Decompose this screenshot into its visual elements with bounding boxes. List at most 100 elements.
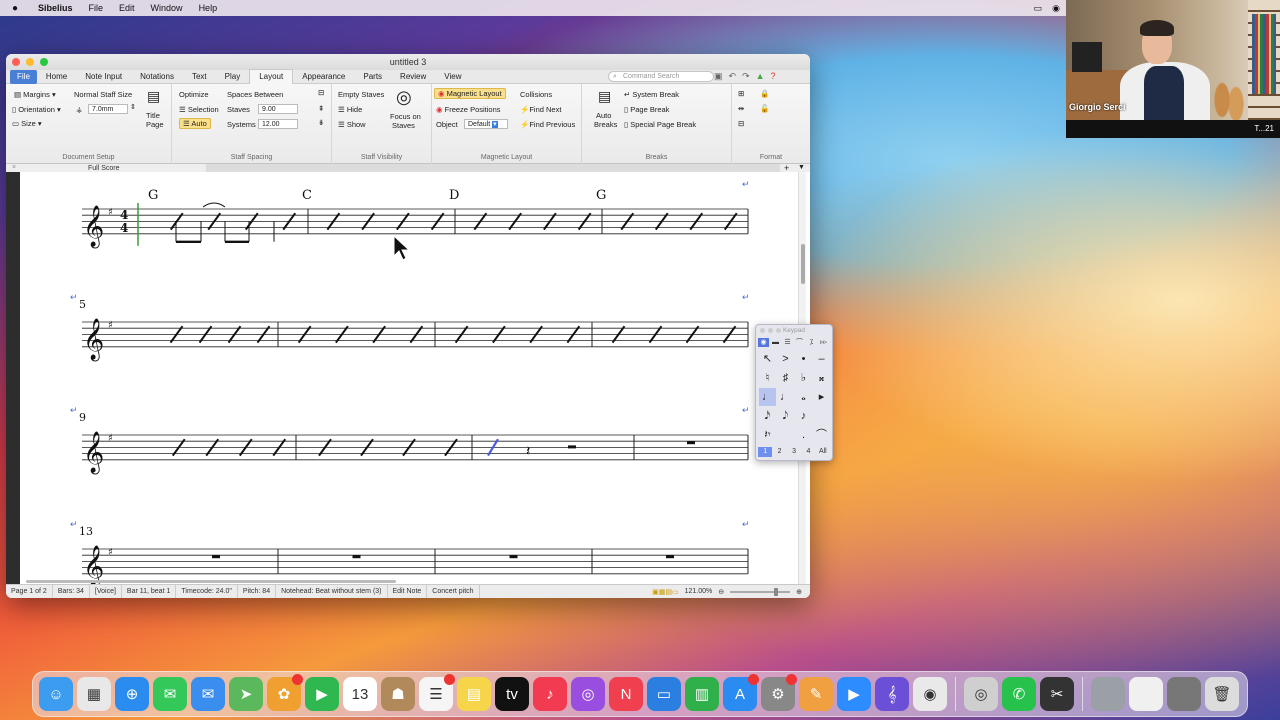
keypad-key-accent[interactable]: > (777, 350, 794, 368)
keypad-key-staccato[interactable]: • (795, 350, 812, 368)
horizontal-scroll-thumb[interactable] (26, 580, 396, 583)
dock-finalcut-icon[interactable]: ✂ (1040, 677, 1074, 711)
zoom-level[interactable]: 121.00% (685, 588, 713, 595)
systems-spacing-input[interactable]: 12.00 (258, 119, 298, 129)
title-page-icon[interactable]: ▤ (147, 88, 160, 105)
undo-icon[interactable]: ↶ (729, 71, 737, 82)
tab-menu-icon[interactable]: ▼ (798, 164, 805, 171)
zoom-in-icon[interactable]: ⊕ (796, 588, 802, 596)
keypad-title-bar[interactable]: Keypad (756, 325, 832, 336)
optimize-auto-button[interactable]: ☰ Auto (179, 118, 211, 129)
system-break-icon[interactable]: ↵ (70, 405, 78, 415)
decrease-spacing-icon[interactable]: ⇟ (318, 118, 324, 127)
title-page-label-2[interactable]: Page (146, 120, 164, 129)
lock-format-icon[interactable]: 🔒 (760, 89, 769, 98)
dock-photos-icon[interactable]: ✿ (267, 674, 303, 711)
whole-rest[interactable] (212, 555, 220, 559)
chord-symbol[interactable]: G (596, 188, 606, 203)
command-search-input[interactable]: ⌕ Command Search (608, 71, 714, 82)
bar-number[interactable]: 5 (79, 298, 86, 311)
margins-button[interactable]: ▤ Margins ▾ (14, 90, 56, 99)
staff-system[interactable]: 𝄞 ♯5↵↵ (70, 292, 750, 361)
dock-appletv-icon[interactable]: tv (495, 677, 529, 711)
view-mode-icon[interactable]: ▣▦▤▭ (652, 588, 678, 596)
time-signature-top[interactable]: 4 (120, 208, 128, 222)
keypad-key-tie[interactable]: ⌒ (813, 426, 830, 444)
full-score-tab[interactable]: Full Score (88, 165, 120, 172)
tab-play[interactable]: Play (216, 70, 250, 84)
system-break-icon[interactable]: ↵ (742, 292, 750, 302)
keypad-mode-common-notes[interactable]: ◉ (758, 338, 769, 347)
tab-layout[interactable]: Layout (249, 69, 294, 84)
dock-appstore-icon[interactable]: A (723, 674, 759, 711)
score-view[interactable]: 𝄞 ♯ 4 4 ↵ G C D G 𝄞 ♯ 5 ↵ ↵ 𝄞 ♯ 9 ↵ ↵ 𝄽 𝄞 ♯ 13 ↵ ↵ (6, 172, 810, 584)
dock-finder-icon[interactable]: ☺ (39, 677, 73, 711)
keypad-key-dot[interactable]: . (795, 426, 812, 444)
close-tab-icon[interactable]: × (12, 164, 16, 171)
keypad-key-tenuto[interactable]: – (813, 350, 830, 368)
key-signature-sharp[interactable]: ♯ (108, 320, 113, 331)
menu-file[interactable]: File (81, 3, 112, 13)
size-button[interactable]: ▭ Size ▾ (12, 119, 42, 128)
tab-note-input[interactable]: Note Input (76, 70, 131, 84)
redo-icon[interactable]: ↷ (742, 71, 750, 82)
system-break-icon[interactable]: ↵ (70, 292, 78, 302)
dock-window2-icon[interactable] (1129, 677, 1163, 711)
keypad-layout-2[interactable]: 2 (772, 447, 786, 457)
dock-notes-icon[interactable]: ▤ (457, 677, 491, 711)
vertical-scroll-thumb[interactable] (801, 244, 805, 284)
whole-rest[interactable] (509, 555, 518, 559)
status-page[interactable]: Page 1 of 2 (6, 584, 53, 598)
whole-rest[interactable] (666, 555, 674, 559)
tab-text[interactable]: Text (183, 70, 216, 84)
focus-on-staves-icon[interactable]: ◎ (396, 87, 412, 108)
staff-system[interactable]: 𝄞 ♯13↵↵ (70, 519, 750, 584)
status-concert-pitch[interactable]: Concert pitch (427, 584, 480, 598)
system-break-button[interactable]: ↵ System Break (624, 90, 679, 99)
system-break-icon[interactable]: ↵ (742, 519, 750, 529)
mouse-cursor-icon[interactable] (393, 234, 411, 261)
freeze-positions-button[interactable]: ◉ Freeze Positions (436, 105, 501, 114)
keypad-key-whole-note[interactable]: 𝅝 (795, 388, 812, 406)
keypad-key-double[interactable]: 𝄪 (813, 369, 830, 387)
treble-clef-icon[interactable]: 𝄞 (83, 318, 104, 361)
dock-chrome-icon[interactable]: ◉ (913, 677, 947, 711)
optimize-selection-button[interactable]: ☰ Selection (179, 105, 219, 114)
dock-messages-icon[interactable]: ✉ (153, 677, 187, 711)
find-next-button[interactable]: ⚡Find Next (520, 105, 561, 114)
save-icon[interactable]: ▣ (714, 71, 723, 82)
keypad-key-escape[interactable]: ↖ (759, 350, 776, 368)
keypad-key-eighth-note[interactable]: 𝅘𝅥𝅮 (777, 407, 794, 425)
treble-clef-icon[interactable]: 𝄞 (83, 431, 104, 474)
dock-screenshot-icon[interactable]: ◎ (964, 677, 998, 711)
dock-maps-icon[interactable]: ➤ (229, 677, 263, 711)
system-break-icon[interactable]: ↵ (742, 179, 750, 189)
tab-review[interactable]: Review (391, 70, 435, 84)
object-select[interactable]: Default ▾ (464, 119, 508, 129)
zoom-slider[interactable] (730, 587, 791, 596)
dock-numbers-icon[interactable]: ▥ (685, 677, 719, 711)
tab-file[interactable]: File (10, 69, 37, 84)
unlock-format-icon[interactable]: 🔓 (760, 104, 769, 113)
tab-parts[interactable]: Parts (354, 70, 391, 84)
bar-number[interactable]: 13 (79, 525, 93, 538)
dock-music-icon[interactable]: ♪ (533, 677, 567, 711)
dock-mail-icon[interactable]: ✉ (191, 677, 225, 711)
keypad-key-eighth-note-2[interactable]: ♪ (795, 407, 812, 425)
system-break-icon[interactable]: ↵ (742, 405, 750, 415)
keypad-mode-beams[interactable]: ☰ (782, 338, 793, 347)
dock-contacts-icon[interactable]: ☗ (381, 677, 415, 711)
staff-system[interactable]: 𝄞 ♯ 44 ↵ G C D G (82, 179, 750, 248)
whole-rest[interactable] (687, 441, 695, 445)
keypad-panel[interactable]: Keypad ◉ ▬ ☰ ⌒ ⁒ ▹▹ ↖ > • – ♮ ♯ ♭ 𝄪 ♩ ♩ … (755, 324, 833, 461)
keypad-layout-all[interactable]: All (816, 447, 830, 457)
focus-on-staves-label-2[interactable]: Staves (392, 121, 415, 130)
half-rest[interactable] (568, 445, 576, 449)
increase-spacing-icon[interactable]: ⇞ (318, 104, 324, 113)
help-icon[interactable]: ? (771, 71, 776, 82)
menu-help[interactable]: Help (191, 3, 226, 13)
dock-facetime-icon[interactable]: ▶ (305, 677, 339, 711)
dock-window3-icon[interactable] (1167, 677, 1201, 711)
title-page-label-1[interactable]: Title (146, 111, 160, 120)
keypad-key-rest[interactable]: 𝄽𝄾 (759, 426, 776, 444)
